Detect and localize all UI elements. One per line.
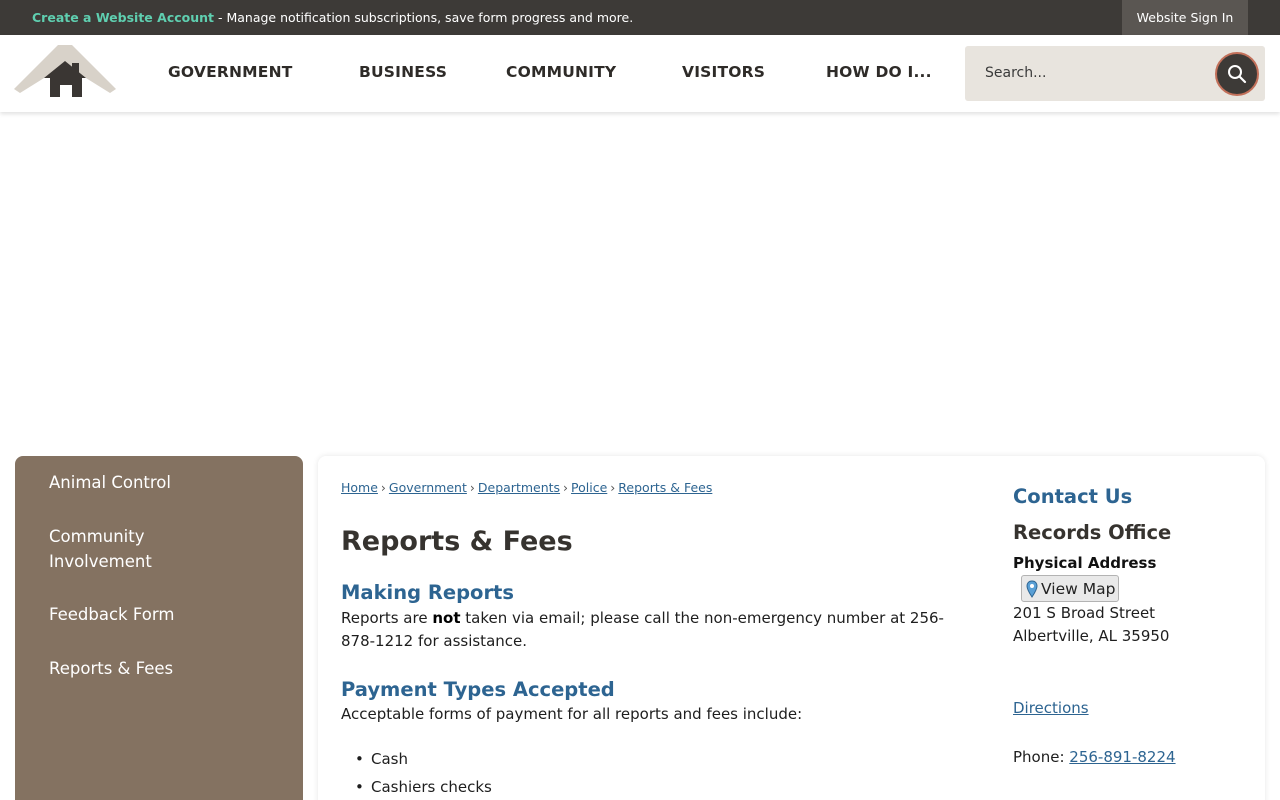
sidebar-item-feedback-form[interactable]: Feedback Form bbox=[49, 602, 269, 627]
records-office-heading: Records Office bbox=[1013, 521, 1172, 544]
map-pin-icon bbox=[1026, 579, 1038, 598]
making-reports-text: Reports are not taken via email; please … bbox=[341, 609, 944, 650]
phone-line: Phone: 256-891-8224 bbox=[1013, 748, 1176, 766]
house-logo-icon[interactable] bbox=[14, 45, 116, 100]
nav-how-do-i[interactable]: HOW DO I... bbox=[826, 63, 932, 81]
search-box bbox=[965, 46, 1265, 101]
breadcrumb-separator: › bbox=[563, 480, 569, 495]
sidebar-item-community-involvement[interactable]: Community Involvement bbox=[49, 524, 199, 574]
create-account-link[interactable]: Create a Website Account bbox=[32, 10, 214, 25]
site-header: GOVERNMENT BUSINESS COMMUNITY VISITORS H… bbox=[0, 35, 1280, 112]
sidebar-item-reports-fees[interactable]: Reports & Fees bbox=[49, 656, 269, 681]
breadcrumb-government[interactable]: Government bbox=[389, 480, 467, 495]
breadcrumb: Home › Government › Departments › Police › Repor… bbox=[341, 480, 712, 495]
sidebar-item-animal-control[interactable]: Animal Control bbox=[49, 470, 269, 495]
making-reports-heading: Making Reports bbox=[341, 581, 514, 604]
breadcrumb-departments[interactable]: Departments bbox=[478, 480, 560, 495]
phone-link[interactable]: 256-891-8224 bbox=[1069, 748, 1175, 766]
list-item: Cash bbox=[355, 750, 408, 768]
view-map-button[interactable]: View Map bbox=[1021, 575, 1119, 602]
search-button[interactable] bbox=[1215, 52, 1259, 96]
address-city: Albertville, AL 35950 bbox=[1013, 627, 1170, 645]
list-item: Cashiers checks bbox=[355, 778, 492, 796]
directions-link[interactable]: Directions bbox=[1013, 699, 1089, 717]
top-utility-bar: Create a Website Account - Manage notifi… bbox=[0, 0, 1280, 35]
physical-address-label: Physical Address bbox=[1013, 554, 1157, 572]
sidebar-nav: Animal Control Community Involvement Fee… bbox=[15, 456, 303, 800]
nav-community[interactable]: COMMUNITY bbox=[506, 63, 616, 81]
phone-label: Phone: bbox=[1013, 748, 1070, 766]
nav-government[interactable]: GOVERNMENT bbox=[168, 63, 293, 81]
search-icon bbox=[1228, 65, 1247, 84]
payment-intro: Acceptable forms of payment for all repo… bbox=[341, 705, 803, 723]
contact-us-heading: Contact Us bbox=[1013, 485, 1133, 508]
nav-business[interactable]: BUSINESS bbox=[359, 63, 447, 81]
breadcrumb-separator: › bbox=[380, 480, 386, 495]
address-street: 201 S Broad Street bbox=[1013, 604, 1156, 622]
account-message: Create a Website Account - Manage notifi… bbox=[32, 10, 633, 25]
nav-visitors[interactable]: VISITORS bbox=[682, 63, 765, 81]
website-sign-in-button[interactable]: Website Sign In bbox=[1122, 0, 1248, 35]
breadcrumb-reports-fees[interactable]: Reports & Fees bbox=[618, 480, 712, 495]
account-message-text: - Manage notification subscriptions, sav… bbox=[214, 10, 634, 25]
payment-types-heading: Payment Types Accepted bbox=[341, 678, 615, 701]
breadcrumb-police[interactable]: Police bbox=[571, 480, 607, 495]
breadcrumb-home[interactable]: Home bbox=[341, 480, 378, 495]
search-input[interactable] bbox=[975, 58, 1205, 88]
breadcrumb-separator: › bbox=[469, 480, 475, 495]
breadcrumb-separator: › bbox=[610, 480, 616, 495]
page-title: Reports & Fees bbox=[341, 526, 573, 557]
view-map-label: View Map bbox=[1041, 579, 1116, 598]
